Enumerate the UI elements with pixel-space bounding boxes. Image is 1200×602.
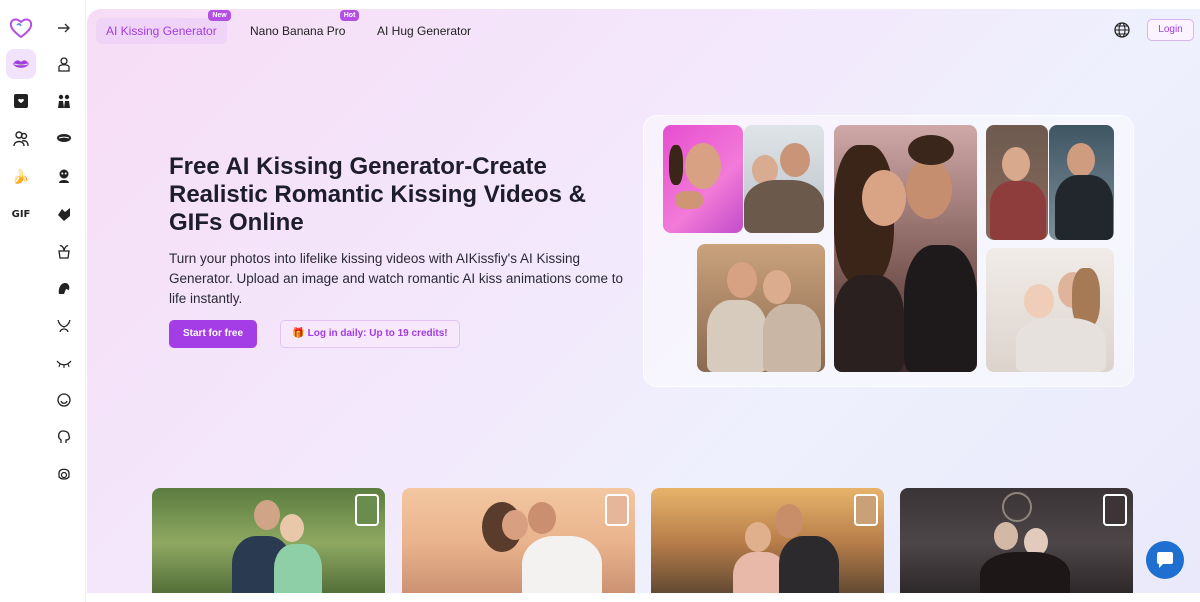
tab-label: AI Hug Generator [377,24,472,38]
horns-icon[interactable] [49,311,79,341]
top-navigation: AI Kissing Generator New Nano Banana Pro… [87,9,1200,53]
chat-support-button[interactable] [1146,541,1184,579]
hot-badge: Hot [339,10,360,21]
example-card-park-couple[interactable] [152,488,385,593]
new-badge: New [208,10,231,21]
chat-bubble-icon [1157,552,1173,568]
example-collage [643,115,1134,387]
baby-icon[interactable] [49,49,79,79]
logo-heart-icon[interactable] [6,13,36,43]
page-title: Free AI Kissing Generator-Create Realist… [169,153,587,236]
kiss-face-icon[interactable] [49,123,79,153]
secondary-sidebar [43,0,86,602]
example-card-garden-couple[interactable] [651,488,884,593]
card-thumbnail [355,494,379,526]
example-image-hand-kiss-man [1049,125,1114,240]
example-image-sofa-couple [697,244,825,372]
smile-face-icon[interactable] [49,385,79,415]
example-image-kissing-couple [834,125,977,372]
hero-description: Turn your photos into lifelike kissing v… [169,251,623,306]
photo-frame-icon[interactable] [6,86,36,116]
gif-icon[interactable]: GIF [6,199,36,229]
example-card-beach-kiss[interactable] [402,488,635,593]
pot-plant-icon[interactable] [49,236,79,266]
primary-sidebar: 🍌 GIF [0,0,43,602]
example-image-blowing-kiss [663,125,743,233]
tab-label: AI Kissing Generator [106,24,217,38]
avatar-portrait-icon[interactable] [49,459,79,489]
robot-face-icon[interactable] [49,161,79,191]
tab-nano-banana-pro[interactable]: Nano Banana Pro Hot [240,10,360,44]
face-profile-icon[interactable] [49,422,79,452]
example-image-winter-couple [744,125,824,233]
card-thumbnail [1103,494,1127,526]
main-content: AI Kissing Generator New Nano Banana Pro… [87,9,1200,593]
tab-ai-hug-generator[interactable]: AI Hug Generator [367,18,481,44]
login-button[interactable]: Login [1147,19,1194,41]
hug-silhouette-icon[interactable] [49,273,79,303]
example-image-mother-baby [986,248,1114,372]
closed-eye-icon[interactable] [49,348,79,378]
expand-arrow-icon[interactable] [49,13,79,43]
lips-icon[interactable] [6,49,36,79]
card-thumbnail [854,494,878,526]
card-thumbnail [605,494,629,526]
couple-hug-icon[interactable] [6,123,36,153]
example-card-gothic-couple[interactable] [900,488,1133,593]
globe-language-icon[interactable] [1113,21,1131,39]
tab-ai-kissing-generator[interactable]: AI Kissing Generator New [96,10,231,44]
hands-heart-icon[interactable] [49,199,79,229]
banana-icon[interactable]: 🍌 [6,161,36,191]
tab-label: Nano Banana Pro [250,24,346,38]
couple-icon[interactable] [49,86,79,116]
start-for-free-button[interactable]: Start for free [169,320,257,348]
daily-credits-button[interactable]: 🎁 Log in daily: Up to 19 credits! [280,320,460,348]
example-image-hand-kiss-woman [986,125,1048,240]
